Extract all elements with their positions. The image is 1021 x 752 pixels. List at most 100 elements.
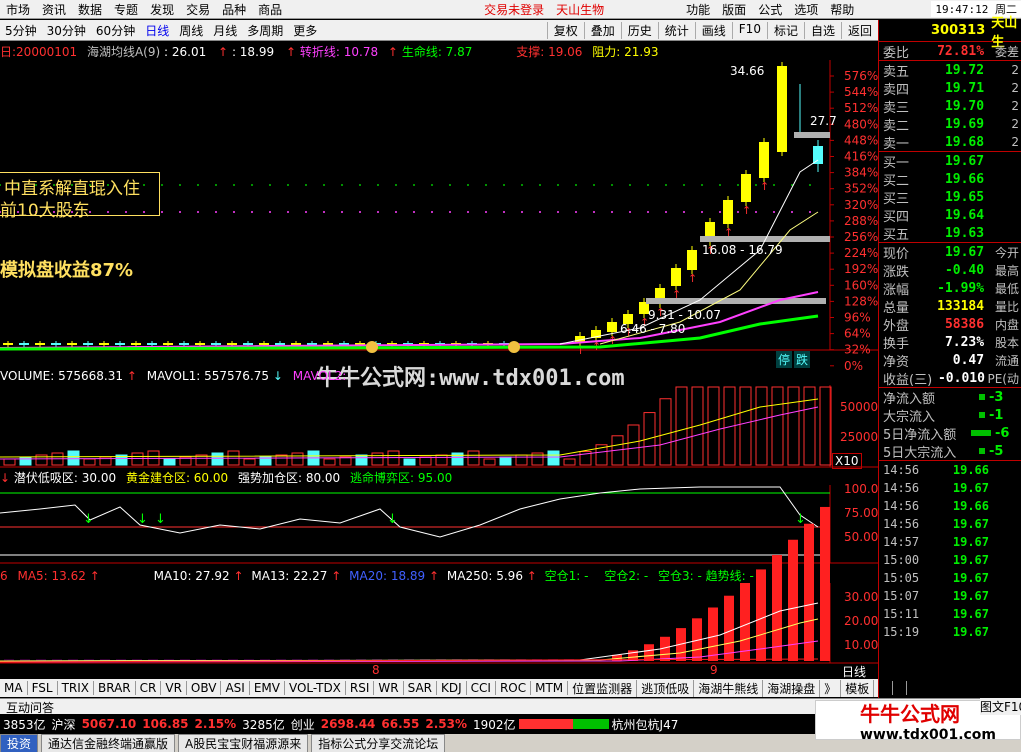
indicator-tab-7[interactable]: ASI (221, 681, 250, 695)
indicator-tab-17[interactable]: 位置监测器 (568, 679, 638, 697)
menu-item-data[interactable]: 数据 (72, 1, 108, 18)
tool-f10[interactable]: F10 (731, 21, 767, 39)
tick-row[interactable]: 15:11 19.67 (879, 605, 1021, 623)
volume-chart[interactable]: 50000 25000 (0, 385, 878, 468)
stat-7-row[interactable]: 收益(三) -0.010 PE(动 (879, 369, 1021, 388)
stat-6-row[interactable]: 净资 0.47 流通 (879, 351, 1021, 370)
period-5min[interactable]: 5分钟 (0, 22, 42, 39)
tick-list[interactable]: 14:56 19.66 14:56 19.67 14:56 19.66 14:56 19.67… (879, 461, 1021, 641)
tick-row[interactable]: 14:56 19.66 (879, 497, 1021, 515)
indicator-tab-24[interactable]: - (893, 681, 907, 695)
sell-level-3-row[interactable]: 卖三 19.70 2 (879, 97, 1021, 116)
indicator-tab-6[interactable]: OBV (187, 681, 222, 695)
buy-level-3-row[interactable]: 买三 19.65 (879, 188, 1021, 207)
indicator-tab-22[interactable]: 模板 (841, 679, 875, 697)
indicator-tab-20[interactable]: 海湖操盘 (763, 679, 821, 697)
tool-mark[interactable]: 标记 (766, 21, 804, 39)
stat-0-row[interactable]: 现价 19.67 今开 (879, 243, 1021, 262)
indicator-tab-21[interactable]: 》 (820, 679, 842, 697)
indicator-tab-8[interactable]: EMV (250, 681, 285, 695)
indicator-tab-5[interactable]: VR (161, 681, 187, 695)
tick-row[interactable]: 14:56 19.67 (879, 515, 1021, 533)
ma-chart[interactable]: 30.00 20.00 10.00 (0, 506, 878, 679)
indicator-tab-12[interactable]: SAR (404, 681, 437, 695)
indicator-tab-18[interactable]: 逃顶低吸 (637, 679, 695, 697)
indicator-tab-23[interactable]: + (874, 681, 894, 695)
sell-level-1-row[interactable]: 卖一 19.68 2 (879, 133, 1021, 152)
sell-level-2-row[interactable]: 卖二 19.69 2 (879, 115, 1021, 134)
stat-2-row[interactable]: 涨幅 -1.99% 最低 (879, 279, 1021, 298)
indicator-tab-4[interactable]: CR (136, 681, 162, 695)
menu-item-formula[interactable]: 公式 (752, 1, 788, 18)
indicator-tab-13[interactable]: KDJ (437, 681, 467, 695)
menu-item-discover[interactable]: 发现 (144, 1, 180, 18)
stat-1-row[interactable]: 涨跌 -0.40 最高 (879, 261, 1021, 280)
main-tick-label: 384% (844, 166, 878, 180)
indicator-tab-1[interactable]: FSL (28, 681, 58, 695)
main-tick-label: 32% (844, 343, 871, 357)
stat-5-row[interactable]: 换手 7.23% 股本 (879, 333, 1021, 352)
menu-item-options[interactable]: 选项 (788, 1, 824, 18)
stat-3-row[interactable]: 总量 133184 量比 (879, 297, 1021, 316)
indicator-tab-14[interactable]: CCI (467, 681, 496, 695)
news-ticker[interactable]: 杭州包杭J47 (609, 716, 682, 733)
stat-4-row[interactable]: 外盘 58386 内盘 (879, 315, 1021, 334)
indicator-tab-3[interactable]: BRAR (94, 681, 136, 695)
tick-row[interactable]: 15:05 19.67 (879, 569, 1021, 587)
menu-item-functions[interactable]: 功能 (680, 1, 716, 18)
taskbar-item-stock[interactable]: A股民宝宝财福源源来 (178, 734, 309, 752)
menu-item-news[interactable]: 资讯 (36, 1, 72, 18)
buy-level-1-row[interactable]: 买一 19.67 (879, 152, 1021, 171)
period-weekly[interactable]: 周线 (174, 22, 208, 39)
indicator-tab-15[interactable]: ROC (496, 681, 532, 695)
tool-watchlist[interactable]: 自选 (803, 21, 841, 39)
menu-item-varieties[interactable]: 品种 (216, 1, 252, 18)
tick-row[interactable]: 15:19 19.67 (879, 623, 1021, 641)
tick-price: 19.67 (952, 553, 989, 567)
menu-item-topics[interactable]: 专题 (108, 1, 144, 18)
tool-history[interactable]: 历史 (620, 21, 658, 39)
weibi-label: 委比 (883, 45, 910, 61)
tool-adjust[interactable]: 复权 (546, 21, 584, 39)
buy-level-2-row[interactable]: 买二 19.66 (879, 170, 1021, 189)
menu-item-market[interactable]: 市场 (0, 1, 36, 18)
trade-login-status[interactable]: 交易未登录 (478, 1, 550, 18)
menu-item-help[interactable]: 帮助 (824, 1, 860, 18)
indicator-tab-9[interactable]: VOL-TDX (285, 681, 346, 695)
f10-shortcut[interactable]: 图文F10 (980, 698, 1021, 715)
taskbar-item-forum[interactable]: 指标公式分享交流论坛 (311, 734, 446, 752)
qa-link[interactable]: 互动问答 (6, 701, 54, 715)
indicator-tab-19[interactable]: 海湖牛熊线 (694, 679, 764, 697)
tool-stats[interactable]: 统计 (657, 21, 695, 39)
tick-row[interactable]: 14:56 19.67 (879, 479, 1021, 497)
oscillator-chart[interactable]: 100.075.0050.00↓ ↓ ↓ ↓ ↓ (0, 482, 878, 564)
main-indicator-name[interactable]: 海湖均线A(9) (87, 45, 160, 59)
period-monthly[interactable]: 月线 (208, 22, 242, 39)
sell-level-4-row[interactable]: 卖四 19.71 2 (879, 79, 1021, 98)
tick-row[interactable]: 15:07 19.67 (879, 587, 1021, 605)
tick-row[interactable]: 14:57 19.67 (879, 533, 1021, 551)
menu-item-commodities[interactable]: 商品 (252, 1, 288, 18)
period-60min[interactable]: 60分钟 (91, 22, 140, 39)
menu-item-layout[interactable]: 版面 (716, 1, 752, 18)
tool-overlay[interactable]: 叠加 (583, 21, 621, 39)
indicator-tab-2[interactable]: TRIX (58, 681, 94, 695)
period-30min[interactable]: 30分钟 (42, 22, 91, 39)
indicator-tab-0[interactable]: MA (0, 681, 28, 695)
tick-row[interactable]: 14:56 19.66 (879, 461, 1021, 479)
buy-level-4-row[interactable]: 买四 19.64 (879, 206, 1021, 225)
taskbar-item-tdx[interactable]: 通达信金融终端通赢版 (41, 734, 176, 752)
taskbar-item-invest[interactable]: 投资 (0, 734, 39, 752)
buy-level-5-row[interactable]: 买五 19.63 (879, 224, 1021, 243)
tool-back[interactable]: 返回 (840, 21, 878, 39)
indicator-tab-16[interactable]: MTM (531, 681, 569, 695)
period-daily[interactable]: 日线 (140, 22, 174, 39)
period-more[interactable]: 更多 (288, 22, 322, 39)
period-multi[interactable]: 多周期 (242, 22, 288, 39)
tick-row[interactable]: 15:00 19.67 (879, 551, 1021, 569)
tool-draw[interactable]: 画线 (694, 21, 732, 39)
sell-level-5-row[interactable]: 卖五 19.72 2 (879, 61, 1021, 80)
indicator-tab-10[interactable]: RSI (346, 681, 375, 695)
menu-item-trade[interactable]: 交易 (180, 1, 216, 18)
indicator-tab-11[interactable]: WR (374, 681, 404, 695)
